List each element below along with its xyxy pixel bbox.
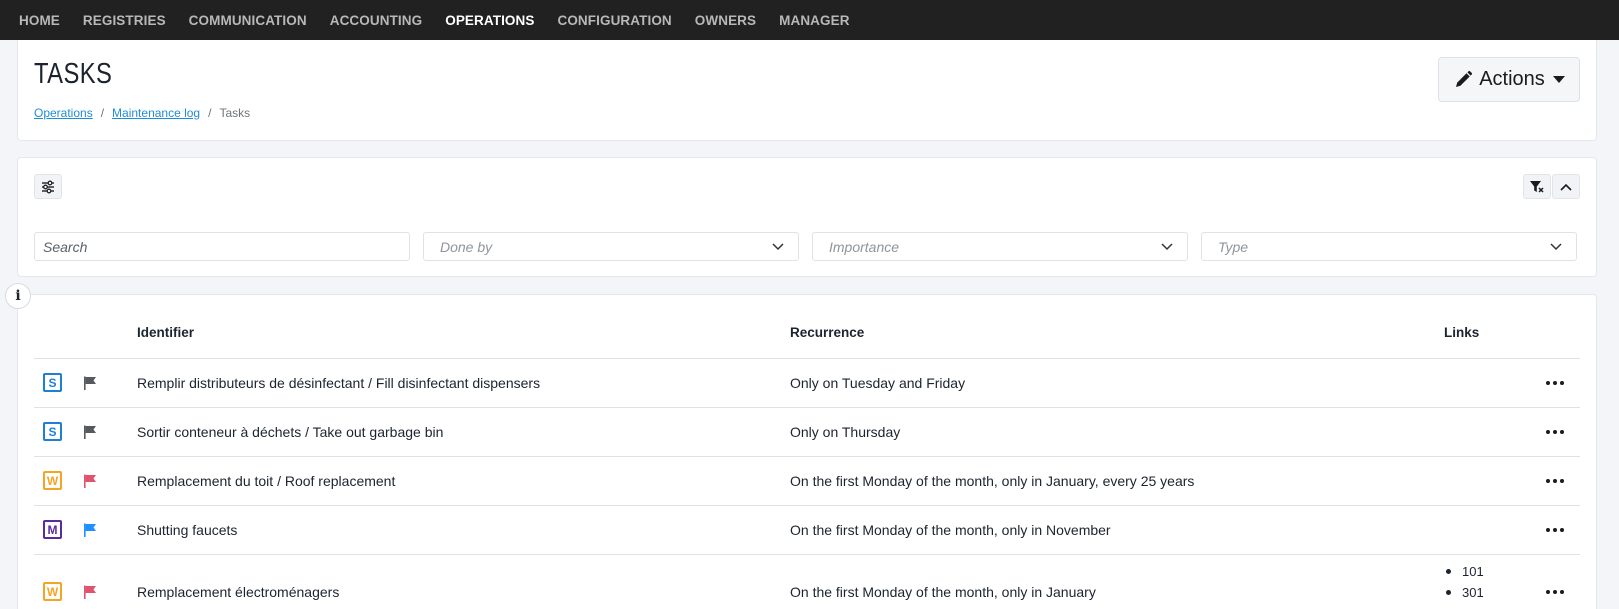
- table-row[interactable]: S Sortir conteneur à déchets / Take out g…: [34, 408, 1580, 457]
- link-item[interactable]: 101: [1444, 561, 1484, 582]
- ellipsis-dot-icon: [1553, 430, 1557, 434]
- actions-label: Actions: [1479, 68, 1545, 90]
- done-by-select[interactable]: Done by: [423, 232, 799, 261]
- task-identifier[interactable]: Shutting faucets: [137, 522, 237, 538]
- breadcrumb-separator: /: [100, 106, 105, 120]
- tasks-table: Identifier Recurrence Links S Remplir dis…: [34, 295, 1580, 609]
- task-type-badge: W: [43, 582, 62, 601]
- breadcrumb: Operations / Maintenance log / Tasks: [34, 106, 250, 120]
- task-type-badge: M: [43, 520, 62, 539]
- caret-down-icon: [1552, 76, 1565, 83]
- tasks-table-card: Identifier Recurrence Links S Remplir dis…: [17, 294, 1597, 609]
- breadcrumb-current: Tasks: [219, 106, 251, 120]
- ellipsis-dot-icon: [1553, 528, 1557, 532]
- ellipsis-dot-icon: [1553, 590, 1557, 594]
- nav-item-registries[interactable]: REGISTRIES: [83, 13, 166, 28]
- task-identifier[interactable]: Remplir distributeurs de désinfectant / …: [137, 375, 540, 391]
- filter-row: Search Done by Importance Type: [34, 232, 1577, 261]
- page-header: TASKS Operations / Maintenance log / Tas…: [17, 40, 1597, 141]
- nav-item-owners[interactable]: OWNERS: [695, 13, 756, 28]
- task-identifier[interactable]: Remplacement du toit / Roof replacement: [137, 473, 395, 489]
- importance-select[interactable]: Importance: [812, 232, 1188, 261]
- filter-clear-icon: [1530, 180, 1544, 193]
- actions-button[interactable]: Actions: [1438, 57, 1580, 102]
- row-menu-button[interactable]: [1546, 525, 1564, 535]
- ellipsis-dot-icon: [1553, 381, 1557, 385]
- importance-flag-icon: [84, 376, 96, 390]
- filter-panel: Search Done by Importance Type: [17, 157, 1597, 277]
- chevron-down-icon: [1161, 242, 1173, 250]
- task-type-badge: S: [43, 422, 62, 441]
- ellipsis-dot-icon: [1546, 590, 1550, 594]
- pencil-icon: [1456, 70, 1473, 87]
- chevron-down-icon: [772, 242, 784, 250]
- ellipsis-dot-icon: [1546, 381, 1550, 385]
- task-recurrence: On the first Monday of the month, only i…: [790, 473, 1195, 489]
- task-links: 101 301: [1444, 561, 1484, 603]
- type-placeholder: Type: [1218, 238, 1249, 255]
- breadcrumb-separator: /: [208, 106, 212, 120]
- ellipsis-dot-icon: [1560, 381, 1564, 385]
- nav-item-communication[interactable]: COMMUNICATION: [189, 13, 307, 28]
- importance-flag-icon: [84, 425, 96, 439]
- table-row[interactable]: S Remplir distributeurs de désinfectant /…: [34, 359, 1580, 408]
- done-by-placeholder: Done by: [440, 238, 493, 255]
- chevron-down-icon: [1550, 242, 1562, 250]
- nav-item-accounting[interactable]: ACCOUNTING: [330, 13, 423, 28]
- task-recurrence: On the first Monday of the month, only i…: [790, 522, 1111, 538]
- info-icon[interactable]: i: [5, 283, 31, 309]
- type-select[interactable]: Type: [1201, 232, 1577, 261]
- nav-item-home[interactable]: HOME: [19, 13, 60, 28]
- importance-flag-icon: [84, 474, 96, 488]
- ellipsis-dot-icon: [1560, 430, 1564, 434]
- importance-flag-icon: [84, 523, 96, 537]
- nav-item-operations[interactable]: OPERATIONS: [445, 13, 534, 28]
- collapse-filters-button[interactable]: [1552, 174, 1580, 199]
- link-item[interactable]: 301: [1444, 582, 1484, 603]
- header-identifier[interactable]: Identifier: [137, 325, 194, 340]
- table-row[interactable]: W Remplacement électroménagers On the firs…: [34, 555, 1580, 609]
- importance-placeholder: Importance: [829, 238, 900, 255]
- task-recurrence: On the first Monday of the month, only i…: [790, 584, 1096, 600]
- breadcrumb-maintenance-log[interactable]: Maintenance log: [112, 106, 200, 120]
- search-placeholder: Search: [43, 238, 88, 255]
- ellipsis-dot-icon: [1560, 479, 1564, 483]
- row-menu-button[interactable]: [1546, 587, 1564, 597]
- table-row[interactable]: W Remplacement du toit / Roof replacement…: [34, 457, 1580, 506]
- header-recurrence[interactable]: Recurrence: [790, 325, 864, 340]
- ellipsis-dot-icon: [1553, 479, 1557, 483]
- sliders-icon: [42, 180, 54, 193]
- row-menu-button[interactable]: [1546, 476, 1564, 486]
- ellipsis-dot-icon: [1546, 528, 1550, 532]
- ellipsis-dot-icon: [1560, 590, 1564, 594]
- row-menu-button[interactable]: [1546, 378, 1564, 388]
- task-identifier[interactable]: Remplacement électroménagers: [137, 584, 339, 600]
- clear-filters-button[interactable]: [1523, 174, 1551, 199]
- filter-settings-button[interactable]: [34, 174, 62, 199]
- importance-flag-icon: [84, 585, 96, 599]
- table-body: S Remplir distributeurs de désinfectant /…: [34, 359, 1580, 609]
- task-type-badge: W: [43, 471, 62, 490]
- task-type-badge: S: [43, 373, 62, 392]
- task-identifier[interactable]: Sortir conteneur à déchets / Take out ga…: [137, 424, 443, 440]
- task-recurrence: Only on Thursday: [790, 424, 901, 440]
- ellipsis-dot-icon: [1546, 479, 1550, 483]
- page-title: TASKS: [34, 58, 113, 90]
- table-header: Identifier Recurrence Links: [34, 295, 1580, 359]
- header-links: Links: [1444, 325, 1480, 340]
- nav-item-manager[interactable]: MANAGER: [779, 13, 849, 28]
- search-input[interactable]: Search: [34, 232, 410, 261]
- ellipsis-dot-icon: [1560, 528, 1564, 532]
- ellipsis-dot-icon: [1546, 430, 1550, 434]
- row-menu-button[interactable]: [1546, 427, 1564, 437]
- task-recurrence: Only on Tuesday and Friday: [790, 375, 966, 391]
- nav-item-configuration[interactable]: CONFIGURATION: [557, 13, 671, 28]
- table-row[interactable]: M Shutting faucets On the first Monday of …: [34, 506, 1580, 555]
- chevron-up-icon: [1560, 183, 1572, 191]
- breadcrumb-operations[interactable]: Operations: [34, 106, 93, 120]
- top-navigation: HOME REGISTRIES COMMUNICATION ACCOUNTING…: [0, 0, 1619, 40]
